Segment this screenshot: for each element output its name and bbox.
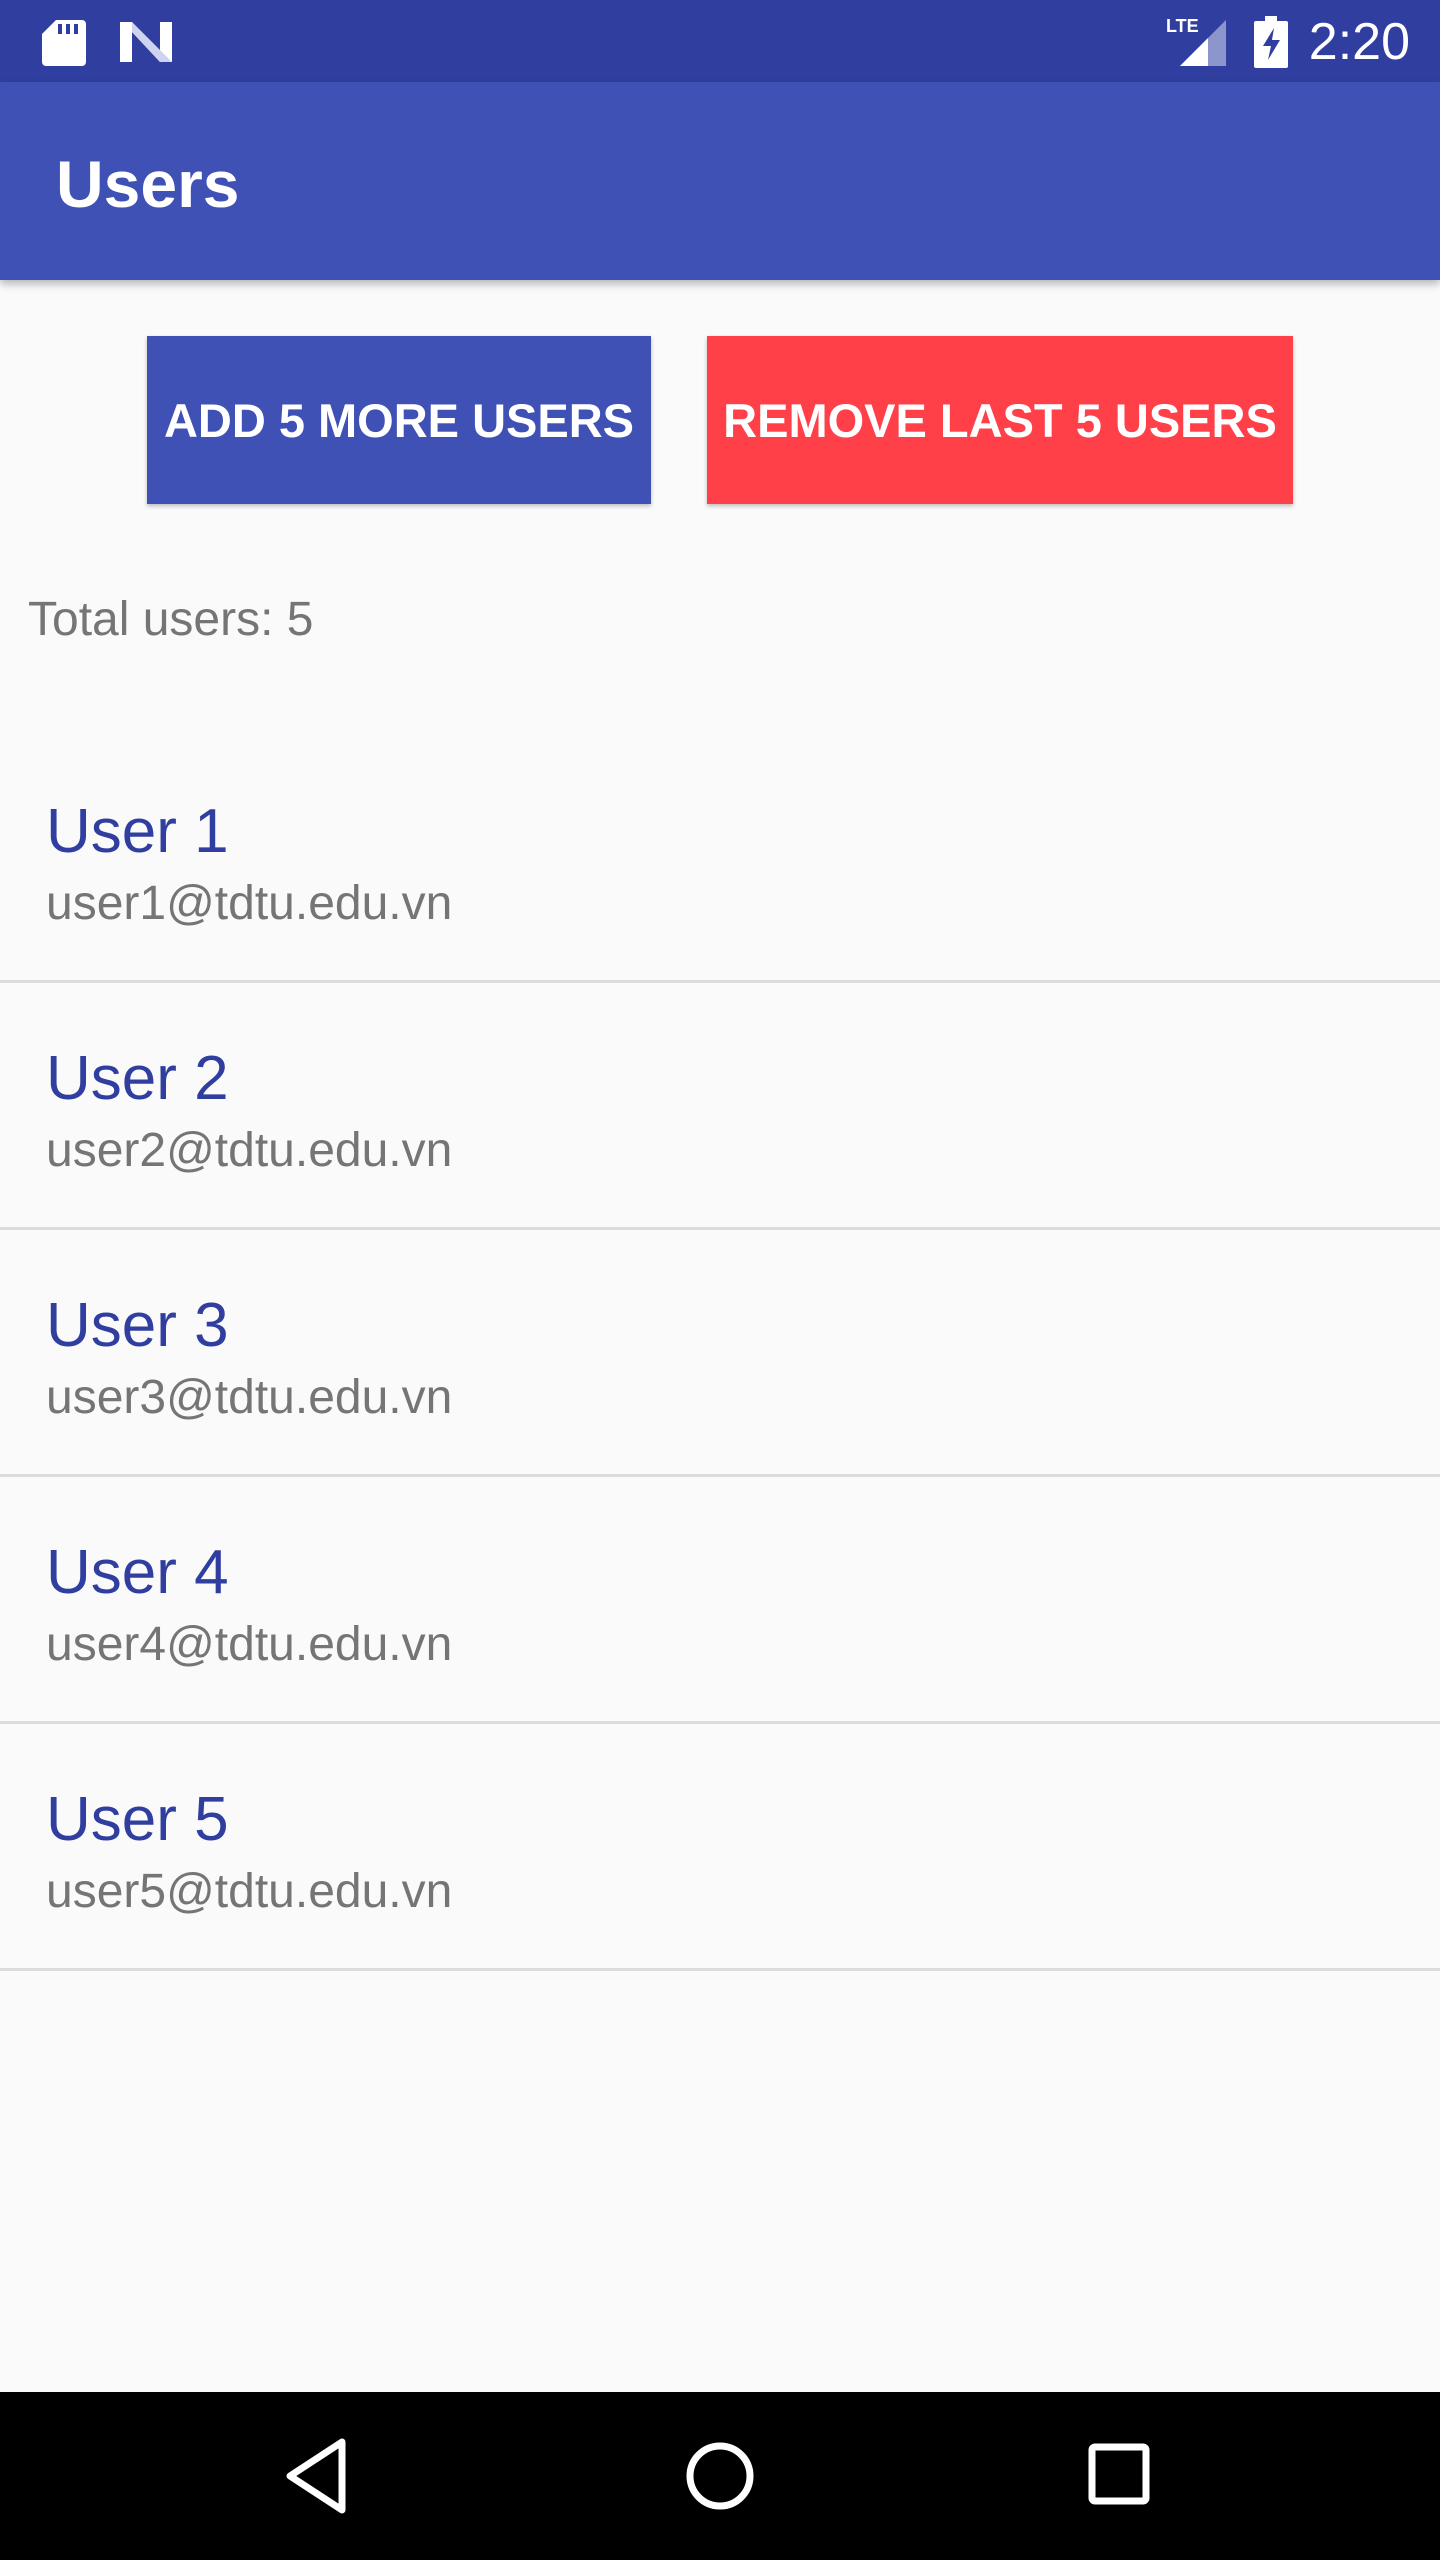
user-email: user4@tdtu.edu.vn: [46, 1618, 453, 1671]
user-name: User 2: [46, 1044, 229, 1113]
remove-users-button[interactable]: REMOVE LAST 5 USERS: [707, 336, 1293, 504]
battery-charging-icon: [1254, 16, 1288, 73]
user-name: User 1: [46, 797, 229, 866]
list-item[interactable]: User 2 user2@tdtu.edu.vn: [0, 983, 1440, 1230]
status-bar: LTE 2:20: [0, 0, 1440, 82]
list-item[interactable]: User 3 user3@tdtu.edu.vn: [0, 1230, 1440, 1477]
svg-text:LTE: LTE: [1166, 16, 1199, 36]
sd-card-icon: [42, 18, 86, 71]
add-users-button[interactable]: ADD 5 MORE USERS: [147, 336, 651, 504]
status-clock: 2:20: [1308, 13, 1410, 71]
total-users-label: Total users: 5: [28, 593, 314, 646]
list-item[interactable]: User 5 user5@tdtu.edu.vn: [0, 1724, 1440, 1971]
user-email: user1@tdtu.edu.vn: [46, 877, 453, 930]
list-item[interactable]: User 1 user1@tdtu.edu.vn: [0, 736, 1440, 983]
page-title: Users: [56, 147, 240, 221]
n-logo-icon: [118, 18, 174, 71]
user-email: user2@tdtu.edu.vn: [46, 1124, 453, 1177]
back-icon[interactable]: [284, 2436, 348, 2521]
recents-icon[interactable]: [1086, 2436, 1152, 2521]
navigation-bar: [0, 2392, 1440, 2560]
lte-signal-icon: LTE: [1164, 14, 1228, 73]
user-name: User 3: [46, 1291, 229, 1360]
user-name: User 4: [46, 1538, 229, 1607]
user-email: user3@tdtu.edu.vn: [46, 1371, 453, 1424]
app-bar: Users: [0, 82, 1440, 280]
user-list: User 1 user1@tdtu.edu.vn User 2 user2@td…: [0, 736, 1440, 1971]
user-name: User 5: [46, 1785, 229, 1854]
list-item[interactable]: User 4 user4@tdtu.edu.vn: [0, 1477, 1440, 1724]
user-email: user5@tdtu.edu.vn: [46, 1865, 453, 1918]
home-icon[interactable]: [684, 2436, 756, 2521]
